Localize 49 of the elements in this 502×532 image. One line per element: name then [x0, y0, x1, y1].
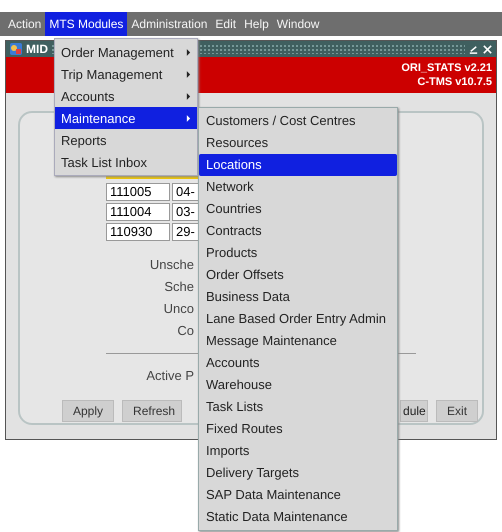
menu-item[interactable]: Warehouse — [199, 374, 397, 396]
menu-bar-item[interactable]: Window — [272, 12, 324, 36]
form-button[interactable]: dule — [400, 400, 428, 422]
menu-item[interactable]: Contracts — [199, 220, 397, 242]
menu-bar-item[interactable]: MTS Modules — [45, 12, 128, 36]
field-label: Active P — [146, 368, 194, 384]
menu-item[interactable]: Customers / Cost Centres — [199, 110, 397, 132]
menu-item[interactable]: Static Data Maintenance — [199, 506, 397, 528]
field-label: Unsche — [150, 257, 194, 273]
field-label: Co — [177, 323, 194, 339]
menu-item[interactable]: Delivery Targets — [199, 462, 397, 484]
table-cell[interactable]: 111004 — [106, 203, 170, 221]
menu-item[interactable]: Trip Management — [55, 63, 197, 85]
close-icon[interactable] — [482, 44, 493, 54]
menu-item[interactable]: Reports — [55, 129, 197, 151]
menu-item[interactable]: Task List Inbox — [55, 151, 197, 173]
field-label: Sche — [164, 279, 194, 295]
menu-item[interactable]: Accounts — [199, 352, 397, 374]
menu-item[interactable]: Task Lists — [199, 396, 397, 418]
menu-bar-item[interactable]: Action — [4, 12, 46, 36]
menu-item[interactable]: Message Maintenance — [199, 330, 397, 352]
menu-item[interactable]: Fixed Routes — [199, 418, 397, 440]
app-icon — [9, 42, 23, 56]
menu-bar-item[interactable]: Edit — [211, 12, 240, 36]
menu-item[interactable]: Network — [199, 176, 397, 198]
form-button[interactable]: Apply — [62, 400, 114, 422]
menu-item[interactable]: Resources — [199, 132, 397, 154]
form-button[interactable]: Refresh — [122, 400, 182, 422]
menu-item[interactable]: Countries — [199, 198, 397, 220]
menu-item[interactable]: Locations — [199, 154, 397, 176]
menu-item[interactable]: SAP Data Maintenance — [199, 484, 397, 506]
menu-item[interactable]: Maintenance — [55, 107, 197, 129]
menu-item[interactable]: Products — [199, 242, 397, 264]
version-label: C-TMS v10.7.5 — [417, 75, 492, 89]
menu-item[interactable]: Order Offsets — [199, 264, 397, 286]
minimize-icon[interactable] — [468, 44, 479, 54]
menu-item[interactable]: Business Data — [199, 286, 397, 308]
field-label: Unco — [164, 301, 194, 317]
menu-item[interactable]: Lane Based Order Entry Admin — [199, 308, 397, 330]
form-button[interactable]: Exit — [436, 400, 478, 422]
menu-item[interactable]: Imports — [199, 440, 397, 462]
menu-bar-item[interactable]: Administration — [127, 12, 212, 36]
menu-item[interactable]: Order Management — [55, 41, 197, 63]
menu-item[interactable]: Accounts — [55, 85, 197, 107]
menu-bar-item[interactable]: Help — [240, 12, 273, 36]
table-cell[interactable]: 110930 — [106, 223, 170, 241]
table-cell[interactable]: 111005 — [106, 183, 170, 201]
window-title: MID — [26, 42, 48, 56]
version-label: ORI_STATS v2.21 — [401, 61, 492, 75]
